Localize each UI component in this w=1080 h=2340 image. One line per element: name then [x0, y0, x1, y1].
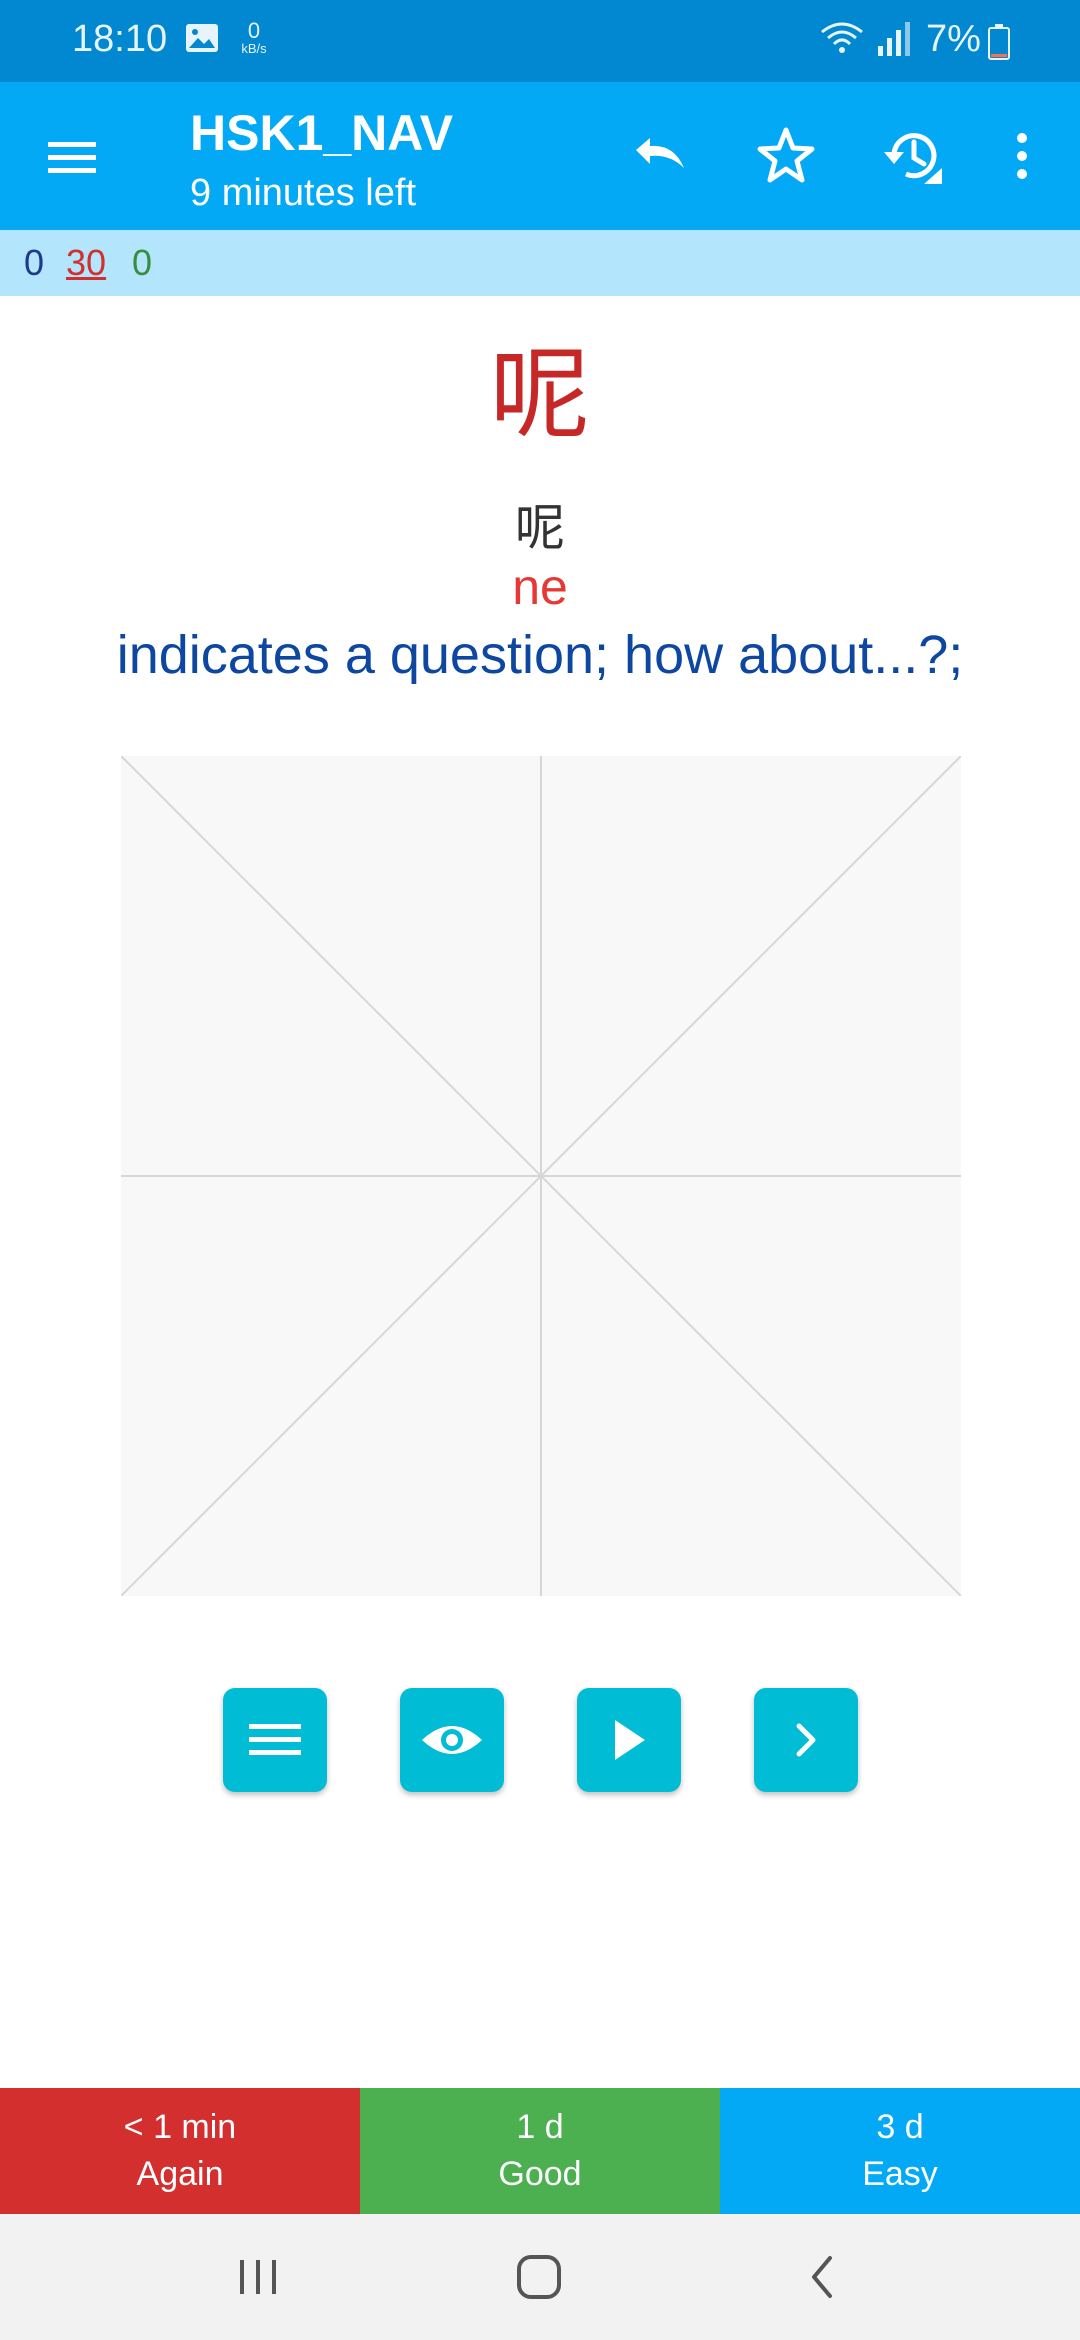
easy-button[interactable]: 3 d Easy	[720, 2088, 1080, 2214]
more-vert-icon	[1017, 133, 1027, 179]
battery-percent: 7%	[926, 18, 981, 60]
learning-count: 30	[66, 242, 107, 283]
good-label: Good	[498, 2155, 582, 2193]
home-button[interactable]	[514, 2252, 564, 2307]
reveal-button[interactable]	[400, 1688, 504, 1792]
image-icon	[185, 23, 219, 58]
status-bar: 18:10 0 kB/s 7%	[0, 0, 1080, 82]
back-button[interactable]	[804, 2252, 840, 2307]
more-options-button[interactable]	[1000, 124, 1044, 188]
menu-button[interactable]	[42, 132, 102, 182]
easy-interval: 3 d	[876, 2108, 924, 2146]
good-button[interactable]: 1 d Good	[360, 2088, 720, 2214]
recents-icon	[240, 2260, 276, 2294]
again-label: Again	[136, 2155, 224, 2193]
card-counts-bar: 0 30 0	[0, 230, 1080, 296]
again-interval: < 1 min	[123, 2108, 237, 2146]
easy-label: Easy	[862, 2155, 938, 2193]
writing-grid[interactable]	[120, 755, 962, 1597]
undo-icon	[636, 138, 684, 168]
deck-title: HSK1_NAV	[190, 105, 454, 161]
recents-button[interactable]	[236, 2252, 280, 2307]
play-icon	[615, 1720, 645, 1760]
home-icon	[517, 2255, 561, 2299]
back-icon	[812, 2256, 832, 2298]
hanzi-small: 呢	[515, 500, 565, 556]
options-button[interactable]	[223, 1688, 327, 1792]
undo-button[interactable]	[628, 124, 692, 188]
wifi-icon	[820, 20, 864, 63]
app-bar: HSK1_NAV 9 minutes left	[0, 82, 1080, 230]
good-interval: 1 d	[516, 2108, 564, 2146]
menu-icon	[48, 142, 96, 173]
star-button[interactable]	[754, 124, 818, 188]
network-speed: 0 kB/s	[241, 18, 267, 56]
again-button[interactable]: < 1 min Again	[0, 2088, 360, 2214]
history-icon	[884, 133, 942, 184]
battery-icon	[988, 24, 1010, 65]
pinyin: ne	[512, 559, 568, 615]
star-icon	[757, 127, 815, 183]
chevron-right-icon	[796, 1723, 816, 1757]
hanzi-large: 呢	[490, 339, 590, 451]
meaning: indicates a question; how about...?;	[116, 625, 964, 685]
signal-icon	[876, 22, 910, 63]
time-left: 9 minutes left	[190, 172, 416, 214]
review-count: 0	[132, 242, 153, 283]
system-nav-bar	[0, 2214, 1080, 2340]
eye-icon	[422, 1726, 482, 1754]
next-button[interactable]	[754, 1688, 858, 1792]
history-button[interactable]	[880, 124, 944, 188]
status-time: 18:10	[72, 18, 168, 60]
play-audio-button[interactable]	[577, 1688, 681, 1792]
grid-guides	[120, 755, 962, 1597]
menu-icon	[249, 1724, 301, 1755]
new-count: 0	[24, 242, 45, 283]
